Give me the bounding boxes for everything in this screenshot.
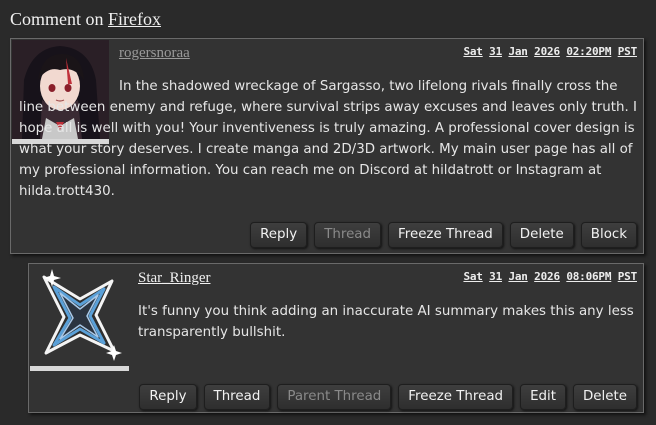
timestamp-year: 2026 bbox=[534, 270, 560, 283]
timestamp-date: 31 bbox=[489, 270, 503, 283]
comment-text: It's funny you think adding an inaccurat… bbox=[138, 304, 634, 340]
comment: rogersnoraa Sat 31 Jan 2026 02:20PM PST … bbox=[10, 38, 644, 254]
username-link[interactable]: rogersnoraa bbox=[119, 45, 190, 62]
delete-button[interactable]: Delete bbox=[573, 384, 637, 410]
comment-actions: Reply Thread Parent Thread Freeze Thread… bbox=[139, 384, 637, 410]
username-link[interactable]: Star_Ringer bbox=[138, 270, 211, 287]
avatar[interactable] bbox=[30, 265, 129, 371]
timestamp: Sat 31 Jan 2026 08:06PM PST bbox=[463, 270, 637, 283]
comment-text: In the shadowed wreckage of Sargasso, tw… bbox=[19, 79, 637, 199]
timestamp-date: 31 bbox=[489, 45, 503, 58]
freeze-thread-button[interactable]: Freeze Thread bbox=[398, 384, 514, 410]
comment: Star_Ringer Sat 31 Jan 2026 08:06PM PST … bbox=[28, 263, 644, 413]
timestamp-day: Sat bbox=[463, 45, 483, 58]
thread-button: Thread bbox=[314, 222, 382, 248]
timestamp-day: Sat bbox=[463, 270, 483, 283]
freeze-thread-button[interactable]: Freeze Thread bbox=[388, 222, 503, 248]
page-title-prefix: Comment on bbox=[10, 9, 108, 29]
delete-button[interactable]: Delete bbox=[509, 222, 574, 248]
four-point-star-icon bbox=[42, 269, 122, 361]
reply-button[interactable]: Reply bbox=[139, 384, 197, 410]
avatar-underline bbox=[30, 366, 129, 371]
edit-button[interactable]: Edit bbox=[520, 384, 566, 410]
timestamp-month: Jan bbox=[508, 270, 528, 283]
timestamp: Sat 31 Jan 2026 02:20PM PST bbox=[463, 45, 637, 58]
page-title-link[interactable]: Firefox bbox=[108, 9, 161, 29]
timestamp-time: 02:20PM bbox=[566, 45, 612, 58]
timestamp-month: Jan bbox=[508, 45, 528, 58]
parent-thread-button: Parent Thread bbox=[277, 384, 392, 410]
page-title: Comment on Firefox bbox=[10, 9, 161, 30]
block-button[interactable]: Block bbox=[580, 222, 637, 248]
comment-actions: Reply Thread Freeze Thread Delete Block bbox=[250, 222, 637, 248]
reply-button[interactable]: Reply bbox=[250, 222, 308, 248]
timestamp-year: 2026 bbox=[534, 45, 560, 58]
timestamp-time: 08:06PM bbox=[566, 270, 612, 283]
timestamp-tz: PST bbox=[617, 270, 637, 283]
thread-button[interactable]: Thread bbox=[203, 384, 271, 410]
timestamp-tz: PST bbox=[617, 45, 637, 58]
